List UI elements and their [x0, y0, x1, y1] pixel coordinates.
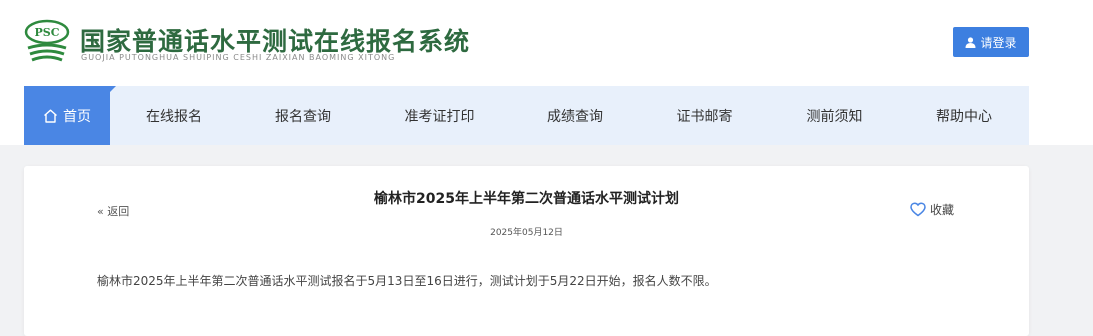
nav-online-registration[interactable]: 在线报名	[110, 86, 238, 145]
article-body: 榆林市2025年上半年第二次普通话水平测试报名于5月13日至16日进行，测试计划…	[97, 274, 717, 288]
favorite-button[interactable]: 收藏	[910, 201, 954, 218]
heart-icon	[910, 202, 926, 217]
home-icon	[44, 109, 57, 123]
svg-text:PSC: PSC	[35, 26, 60, 39]
login-button-label: 请登录	[980, 35, 1017, 50]
psc-logo: PSC	[24, 19, 70, 62]
nav-score-query[interactable]: 成绩查询	[511, 86, 639, 145]
nav-home[interactable]: 首页	[24, 86, 116, 145]
nav-pre-test-notice[interactable]: 测前须知	[770, 86, 899, 145]
article-date: 2025年05月12日	[490, 228, 563, 238]
nav-help-center[interactable]: 帮助中心	[899, 86, 1029, 145]
article-card: « 返回 榆林市2025年上半年第二次普通话水平测试计划 2025年05月12日…	[24, 166, 1029, 336]
nav-registration-query[interactable]: 报名查询	[238, 86, 368, 145]
article-title: 榆林市2025年上半年第二次普通话水平测试计划	[374, 191, 679, 207]
site-title-pinyin: GUOJIA PUTONGHUA SHUIPING CESHI ZAIXIAN …	[81, 53, 396, 62]
main-nav: 首页 在线报名 报名查询 准考证打印 成绩查询 证书邮寄 测前须知 帮助中心	[24, 86, 1029, 145]
nav-admission-ticket-print[interactable]: 准考证打印	[368, 86, 511, 145]
nav-certificate-mailing[interactable]: 证书邮寄	[639, 86, 770, 145]
user-icon	[965, 36, 976, 48]
nav-home-label: 首页	[63, 108, 91, 125]
favorite-label: 收藏	[930, 203, 955, 217]
site-header: PSC 国家普通话水平测试在线报名系统 GUOJIA PUTONGHUA SHU…	[0, 0, 1093, 145]
login-button[interactable]: 请登录	[953, 27, 1029, 57]
